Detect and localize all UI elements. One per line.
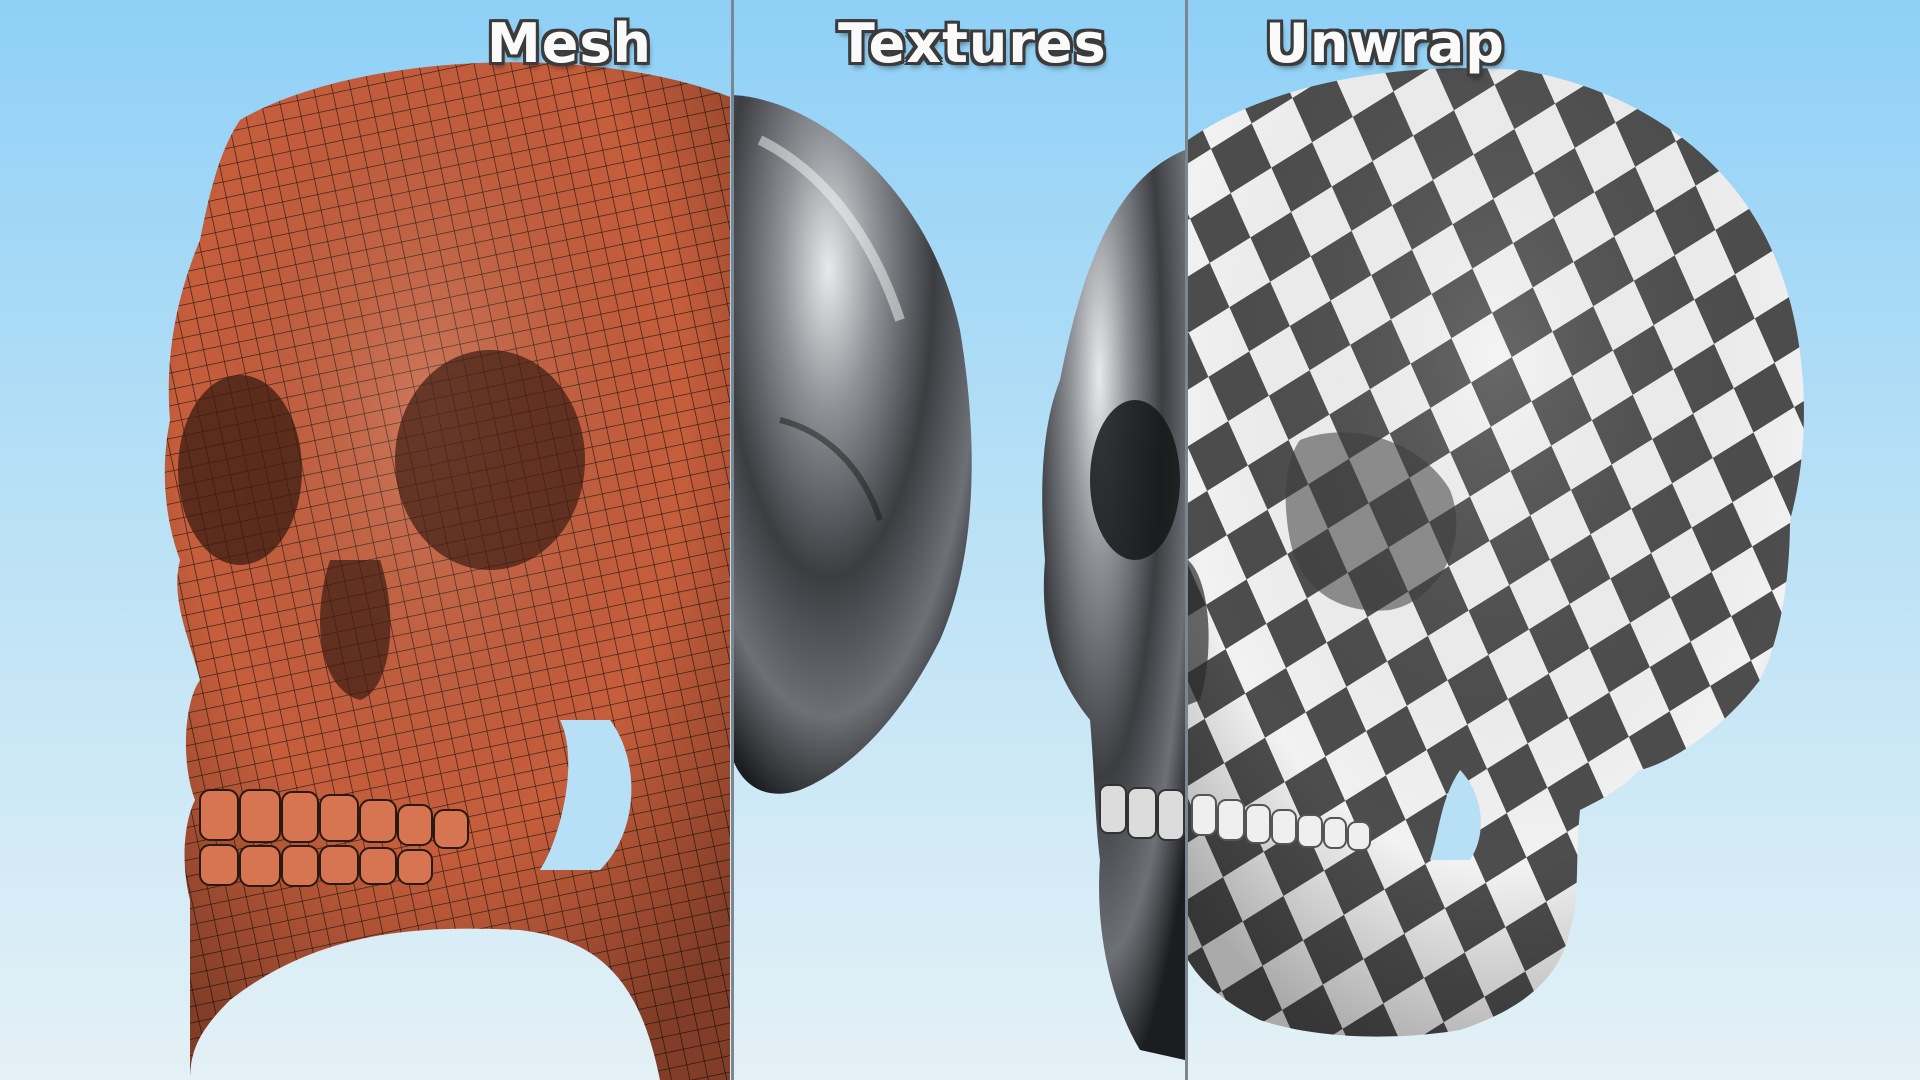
render-stage: Mesh Textures Unwrap bbox=[0, 0, 1920, 1080]
textured-skull bbox=[733, 95, 1185, 1060]
label-textures: Textures bbox=[838, 12, 1107, 75]
panel-divider-left bbox=[731, 0, 734, 1080]
panel-divider-right bbox=[1185, 0, 1188, 1080]
label-unwrap: Unwrap bbox=[1265, 12, 1505, 75]
mesh-skull bbox=[164, 62, 730, 1080]
unwrap-skull bbox=[1188, 68, 1804, 1037]
label-mesh: Mesh bbox=[487, 12, 652, 75]
skull-renders bbox=[164, 62, 1804, 1080]
